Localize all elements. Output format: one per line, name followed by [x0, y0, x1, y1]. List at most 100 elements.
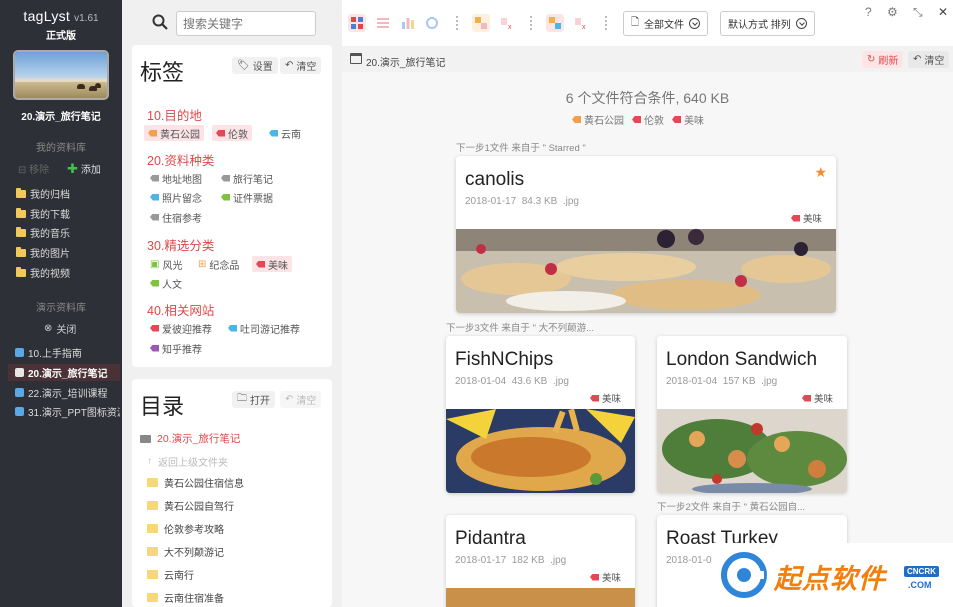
- folder-icon: [16, 226, 26, 237]
- tag-icon: [216, 129, 225, 137]
- watermark-domain: .COM: [908, 580, 932, 590]
- grid-view-icon[interactable]: [348, 14, 366, 32]
- minimize-icon[interactable]: ⤡: [913, 5, 923, 20]
- filter-tag[interactable]: 黄石公园: [572, 112, 624, 127]
- tag-item[interactable]: 知乎推荐: [146, 340, 206, 356]
- tag-item[interactable]: 吐司游记推荐: [224, 320, 304, 336]
- tag-icon: [589, 394, 599, 402]
- current-folder[interactable]: 20.演示_旅行笔记: [140, 431, 240, 446]
- circle-view-icon[interactable]: [423, 14, 441, 32]
- file-tag[interactable]: 美味: [790, 211, 822, 225]
- remove-library-button[interactable]: ⊟ 移除: [18, 161, 49, 177]
- active-filter-tags: 黄石公园 伦敦 美味: [572, 112, 704, 127]
- path-clear-button[interactable]: ↶ 清空: [908, 51, 950, 68]
- parent-folder-link[interactable]: ↑ 返回上级文件夹: [147, 454, 228, 469]
- tag-item[interactable]: 照片留念: [146, 189, 206, 205]
- my-libraries-title: 我的资料库: [36, 143, 86, 154]
- tag-item[interactable]: 黄石公园: [144, 125, 204, 141]
- file-tag[interactable]: 美味: [801, 391, 833, 405]
- file-tag[interactable]: 美味: [589, 391, 621, 405]
- folder-icon: [16, 246, 26, 257]
- tag-item[interactable]: 住宿参考: [146, 209, 206, 225]
- tag-item[interactable]: 爱彼迎推荐: [146, 320, 216, 336]
- star-filter-icon[interactable]: [546, 14, 564, 32]
- file-tag[interactable]: 美味: [589, 570, 621, 584]
- close-circle-icon: ⊗: [44, 323, 53, 334]
- star-icon[interactable]: ★: [814, 164, 827, 181]
- tag-settings-button[interactable]: 🏷 设置: [232, 57, 278, 74]
- gear-icon[interactable]: ⚙: [887, 5, 898, 19]
- tag-item[interactable]: 美味: [252, 256, 292, 272]
- sidebar-item-videos[interactable]: 我的视频: [16, 265, 70, 280]
- search-icon[interactable]: [152, 14, 168, 30]
- tag-clear-button[interactable]: ↶ 清空: [280, 57, 322, 74]
- tag-item[interactable]: 伦敦: [212, 125, 252, 141]
- filter-tag[interactable]: 伦敦: [632, 112, 664, 127]
- demo-item[interactable]: 22.演示_培训课程: [8, 384, 120, 401]
- refresh-button[interactable]: ↻ 刷新: [862, 51, 904, 68]
- folder-item[interactable]: 黄石公园自驾行: [147, 498, 234, 513]
- undo-icon: ↶: [285, 60, 294, 71]
- folder-item[interactable]: 黄石公园住宿信息: [147, 475, 244, 490]
- help-icon[interactable]: ?: [865, 5, 872, 19]
- folder-item[interactable]: 伦敦参考攻略: [147, 521, 224, 536]
- tag-group-title[interactable]: 40.相关网站: [147, 300, 214, 319]
- dir-clear-button[interactable]: ↶ 清空: [280, 391, 322, 408]
- sidebar-item-downloads[interactable]: 我的下载: [16, 206, 70, 221]
- results-area: 6 个文件符合条件, 640 KB 黄石公园 伦敦 美味 下一步1文件 来自于 …: [342, 72, 953, 607]
- file-title: Pidantra: [455, 528, 526, 549]
- demo-item[interactable]: 10.上手指南: [8, 344, 120, 361]
- star-clear-icon[interactable]: x: [572, 14, 590, 32]
- app-name: tagLyst: [23, 8, 71, 24]
- tag-item[interactable]: ⊞ 纪念品: [194, 256, 243, 272]
- filter-tag[interactable]: 美味: [672, 112, 704, 127]
- add-library-button[interactable]: ✚ 添加: [67, 161, 101, 177]
- file-card[interactable]: London Sandwich 2018-01-04 157 KB .jpg 美…: [657, 336, 847, 493]
- search-input[interactable]: [176, 11, 316, 36]
- tag-group-title[interactable]: 10.目的地: [147, 105, 202, 124]
- toolbar-divider: [456, 16, 458, 30]
- tag-icon: [589, 573, 599, 581]
- sidebar-item-pictures[interactable]: 我的图片: [16, 245, 70, 260]
- tag-group-title[interactable]: 20.资料种类: [147, 150, 214, 169]
- tags-panel-title: 标签: [140, 60, 185, 85]
- file-card[interactable]: Pidantra 2018-01-17 182 KB .jpg 美味: [446, 515, 635, 607]
- undo-icon: ↶: [285, 394, 294, 405]
- folder-item[interactable]: 云南行: [147, 567, 194, 582]
- file-card[interactable]: FishNChips 2018-01-04 43.6 KB .jpg 美味: [446, 336, 635, 493]
- plus-icon: ✚: [67, 161, 79, 176]
- close-demo-button[interactable]: ⊗ 关闭: [44, 321, 76, 336]
- folder-icon: [147, 593, 158, 602]
- tag-item[interactable]: 人文: [146, 275, 186, 291]
- open-folder-button[interactable]: 🗀 打开: [232, 391, 275, 408]
- app-brand: tagLyst v1.61 正式版: [0, 8, 122, 42]
- file-type-dropdown[interactable]: 🗋 全部文件: [623, 11, 709, 36]
- sidebar-item-music[interactable]: 我的音乐: [16, 225, 70, 240]
- breadcrumb[interactable]: 20.演示_旅行笔记: [366, 54, 445, 69]
- tag-item[interactable]: ▣ 风光: [146, 256, 186, 272]
- chart-view-icon[interactable]: [399, 14, 417, 32]
- folder-item[interactable]: 大不列颠游记: [147, 544, 224, 559]
- demo-item-active[interactable]: 20.演示_旅行笔记: [8, 364, 120, 381]
- source-label: 下一步1文件 来自于 " Starred ": [456, 143, 586, 154]
- file-title: London Sandwich: [666, 349, 818, 370]
- demo-item[interactable]: 31.演示_PPT图标资源: [8, 403, 120, 420]
- tag-item[interactable]: 旅行笔记: [217, 170, 277, 186]
- sidebar-item-archive[interactable]: 我的归档: [16, 186, 70, 201]
- list-view-icon[interactable]: [374, 14, 392, 32]
- file-meta: 2018-01-04 43.6 KB .jpg: [455, 376, 569, 387]
- library-icon: [15, 368, 24, 377]
- svg-text:x: x: [508, 24, 512, 31]
- close-icon[interactable]: ✕: [938, 5, 948, 19]
- folder-item[interactable]: 云南住宿准备: [147, 590, 224, 605]
- tag-icon: [221, 193, 230, 201]
- tag-filter-icon[interactable]: [472, 14, 490, 32]
- file-card[interactable]: canolis 2018-01-17 84.3 KB .jpg ★ 美味: [456, 156, 836, 313]
- sort-dropdown[interactable]: 默认方式 排列: [720, 11, 815, 36]
- tag-item[interactable]: 证件票据: [217, 189, 277, 205]
- tag-group-title[interactable]: 30.精选分类: [147, 235, 214, 254]
- tag-item[interactable]: 地址地图: [146, 170, 206, 186]
- tag-clear-icon[interactable]: x: [498, 14, 516, 32]
- tag-item[interactable]: 云南: [265, 125, 305, 141]
- library-thumbnail[interactable]: [13, 50, 109, 100]
